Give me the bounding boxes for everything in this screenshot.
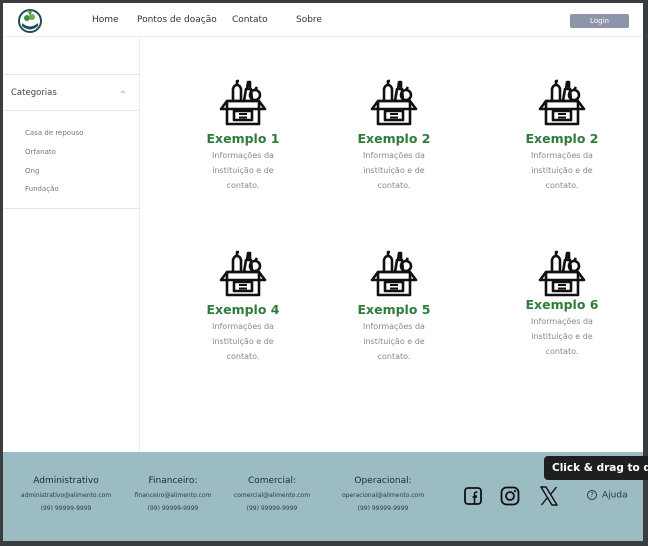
card-title: Exemplo 6 bbox=[525, 297, 599, 312]
card-description: Informações da instituição e de contato. bbox=[212, 322, 274, 361]
categories-label: Categorias bbox=[11, 88, 57, 98]
top-nav-bar: Home Pontos de doação Contato Sobre Logi… bbox=[3, 3, 643, 37]
card-description: Informações da instituição e de contato. bbox=[363, 151, 425, 190]
card-title: Exemplo 2 bbox=[525, 131, 599, 146]
footer-phone: (99) 99999-9999 bbox=[357, 505, 409, 512]
donation-box-icon bbox=[370, 79, 418, 126]
institution-card[interactable]: Exemplo 1 Informações da instituição e d… bbox=[178, 77, 308, 193]
card-title: Exemplo 2 bbox=[357, 131, 431, 146]
sidebar-item-orfanato[interactable]: Orfanato bbox=[25, 148, 56, 156]
chevron-up-icon[interactable] bbox=[119, 88, 127, 96]
card-description: Informações da instituição e de contato. bbox=[531, 151, 593, 190]
footer-contact-operacional: Operacional: operacional@alimento.com (9… bbox=[333, 476, 433, 512]
help-link[interactable]: ? Ajuda bbox=[587, 490, 628, 501]
login-button[interactable]: Login bbox=[570, 14, 629, 28]
donation-box-icon bbox=[370, 250, 418, 297]
footer-column-title: Comercial: bbox=[247, 476, 297, 486]
sidebar-item-ong[interactable]: Ong bbox=[25, 167, 39, 175]
card-description: Informações da instituição e de contato. bbox=[531, 317, 593, 356]
donation-box-icon bbox=[219, 250, 267, 297]
donation-box-icon bbox=[538, 79, 586, 126]
facebook-icon[interactable] bbox=[462, 485, 484, 507]
sidebar: Categorias Casa de repouso Orfanato Ong … bbox=[3, 38, 140, 453]
footer-email[interactable]: administrativo@alimento.com bbox=[11, 492, 121, 499]
footer-email[interactable]: financeiro@alimento.com bbox=[127, 492, 219, 499]
donation-box-icon bbox=[219, 79, 267, 126]
nav-sobre[interactable]: Sobre bbox=[296, 15, 322, 25]
x-icon[interactable] bbox=[538, 485, 560, 507]
footer-contact-financeiro: Financeiro: financeiro@alimento.com (99)… bbox=[127, 476, 219, 512]
footer-email[interactable]: operacional@alimento.com bbox=[333, 492, 433, 499]
sidebar-divider bbox=[3, 110, 140, 111]
footer-column-title: Operacional: bbox=[354, 476, 412, 486]
help-label: Ajuda bbox=[602, 490, 628, 501]
footer-email[interactable]: comercial@alimento.com bbox=[227, 492, 317, 499]
sidebar-divider bbox=[3, 208, 140, 209]
card-description: Informações da instituição e de contato. bbox=[363, 322, 425, 361]
footer-phone: (99) 99999-9999 bbox=[147, 505, 199, 512]
card-description: Informações da instituição e de contato. bbox=[212, 151, 274, 190]
nav-pontos-de-doacao[interactable]: Pontos de doação bbox=[137, 15, 217, 25]
institution-card[interactable]: Exemplo 4 Informações da instituição e d… bbox=[178, 248, 308, 364]
nav-contato[interactable]: Contato bbox=[232, 15, 268, 25]
footer-phone: (99) 99999-9999 bbox=[246, 505, 298, 512]
drag-tooltip: Click & drag to d bbox=[544, 456, 648, 480]
categories-accordion-header[interactable]: Categorias bbox=[3, 74, 140, 110]
donation-box-icon bbox=[538, 250, 586, 297]
card-title: Exemplo 1 bbox=[206, 131, 280, 146]
institution-card[interactable]: Exemplo 6 Informações da instituição e d… bbox=[497, 248, 627, 359]
logo-icon[interactable] bbox=[17, 6, 43, 34]
footer-contact-administrativo: Administrativo administrativo@alimento.c… bbox=[11, 476, 121, 512]
footer-contact-comercial: Comercial: comercial@alimento.com (99) 9… bbox=[227, 476, 317, 512]
sidebar-item-fundacao[interactable]: Fundação bbox=[25, 185, 59, 193]
instagram-icon[interactable] bbox=[499, 485, 521, 507]
institution-card[interactable]: Exemplo 5 Informações da instituição e d… bbox=[329, 248, 459, 364]
card-title: Exemplo 5 bbox=[357, 302, 431, 317]
sidebar-item-casa-de-repouso[interactable]: Casa de repouso bbox=[25, 129, 83, 137]
institution-card[interactable]: Exemplo 2 Informações da instituição e d… bbox=[329, 77, 459, 193]
footer-column-title: Financeiro: bbox=[148, 476, 198, 486]
footer-column-title: Administrativo bbox=[33, 476, 99, 486]
help-icon: ? bbox=[587, 490, 597, 500]
institution-card[interactable]: Exemplo 2 Informações da instituição e d… bbox=[497, 77, 627, 193]
card-title: Exemplo 4 bbox=[206, 302, 280, 317]
nav-home[interactable]: Home bbox=[92, 15, 119, 25]
footer-phone: (99) 99999-9999 bbox=[40, 505, 92, 512]
